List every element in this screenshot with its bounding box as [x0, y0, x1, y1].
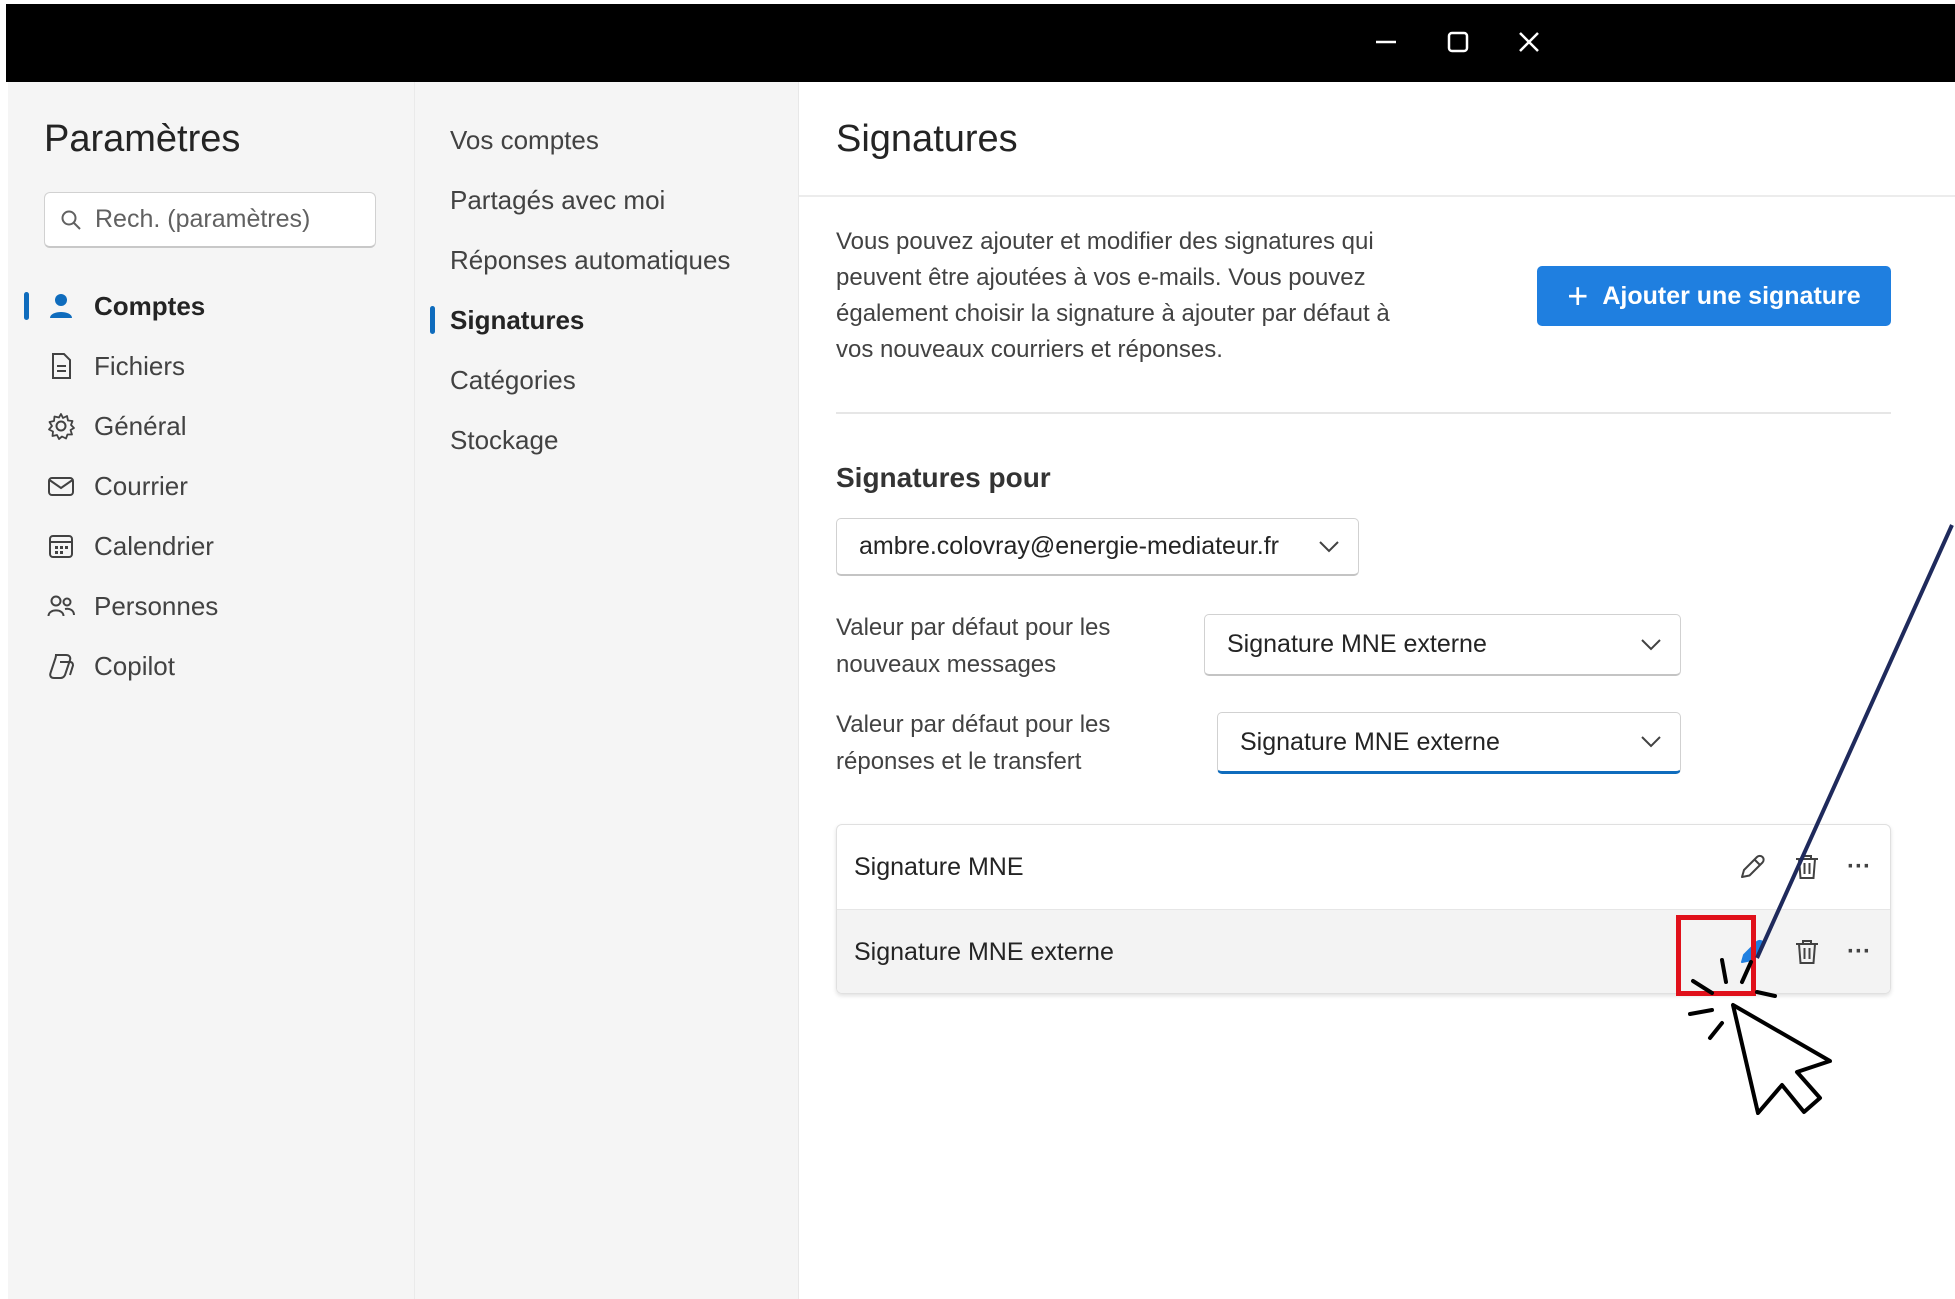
default-reply-select-value: Signature MNE externe: [1240, 727, 1500, 756]
more-options-button[interactable]: ···: [1839, 847, 1879, 887]
subnav-list: Vos comptes Partagés avec moi Réponses a…: [415, 110, 799, 470]
minimize-button[interactable]: [1361, 22, 1411, 62]
settings-sidebar: Paramètres Comptes Fichiers: [8, 82, 414, 1299]
signature-name: Signature MNE externe: [854, 937, 1114, 966]
file-icon: [44, 349, 78, 383]
default-new-label: Valeur par défaut pour les nouveaux mess…: [836, 614, 1111, 678]
people-icon: [44, 589, 78, 623]
mail-icon: [44, 469, 78, 503]
page-title: Signatures: [836, 118, 1018, 160]
person-icon: [44, 289, 78, 323]
calendar-icon: [44, 529, 78, 563]
plus-icon: +: [1567, 275, 1589, 316]
copilot-icon: [44, 649, 78, 683]
settings-window: Paramètres Comptes Fichiers: [8, 82, 1955, 1299]
chevron-down-icon: [1319, 540, 1339, 552]
window-titlebar: [6, 4, 1955, 82]
sidebar-item-fichiers[interactable]: Fichiers: [8, 336, 414, 396]
pencil-icon: [1741, 854, 1765, 878]
title-divider: [799, 195, 1955, 197]
edit-signature-button[interactable]: [1732, 847, 1772, 887]
account-select-value: ambre.colovray@energie-mediateur.fr: [859, 532, 1280, 560]
settings-category-list: Comptes Fichiers Général Courrier Calend…: [8, 276, 414, 696]
default-reply-label: Valeur par défaut pour les réponses et l…: [836, 711, 1111, 775]
add-signature-label: Ajouter une signature: [1602, 281, 1861, 310]
search-input[interactable]: [93, 204, 353, 235]
signatures-description: Vous pouvez ajouter et modifier des sign…: [836, 228, 1390, 363]
sidebar-item-label: Copilot: [94, 650, 175, 681]
search-icon: [61, 210, 81, 230]
sidebar-item-label: Fichiers: [94, 350, 186, 381]
subnav-item-partages[interactable]: Partagés avec moi: [415, 170, 799, 230]
list-item[interactable]: Signature MNE ···: [837, 825, 1890, 909]
signatures-panel: Signatures Vous pouvez ajouter et modifi…: [798, 82, 1955, 1299]
settings-search[interactable]: [44, 192, 376, 248]
close-icon: [1519, 32, 1539, 52]
sidebar-item-label: Courrier: [94, 470, 188, 501]
account-select[interactable]: ambre.colovray@energie-mediateur.fr: [836, 518, 1359, 576]
sidebar-item-general[interactable]: Général: [8, 396, 414, 456]
account-subnav: Vos comptes Partagés avec moi Réponses a…: [414, 82, 798, 1299]
sidebar-item-comptes[interactable]: Comptes: [8, 276, 414, 336]
more-icon: ···: [1847, 938, 1871, 965]
subnav-item-categories[interactable]: Catégories: [415, 350, 799, 410]
sidebar-item-label: Général: [94, 410, 187, 441]
subnav-item-stockage[interactable]: Stockage: [415, 410, 799, 470]
subnav-item-vos-comptes[interactable]: Vos comptes: [415, 110, 799, 170]
delete-signature-button[interactable]: [1787, 847, 1827, 887]
highlight-box: [1676, 915, 1756, 996]
sidebar-item-label: Calendrier: [94, 530, 214, 561]
chevron-down-icon: [1641, 736, 1661, 748]
add-signature-button[interactable]: + Ajouter une signature: [1537, 266, 1891, 326]
signatures-for-heading: Signatures pour: [836, 462, 1051, 493]
maximize-icon: [1447, 31, 1469, 53]
default-new-select-value: Signature MNE externe: [1227, 630, 1487, 658]
sidebar-item-courrier[interactable]: Courrier: [8, 456, 414, 516]
gear-icon: [44, 409, 78, 443]
sidebar-item-label: Personnes: [94, 590, 219, 621]
default-reply-select[interactable]: Signature MNE externe: [1217, 712, 1681, 774]
sidebar-item-calendrier[interactable]: Calendrier: [8, 516, 414, 576]
section-divider: [836, 412, 1891, 414]
default-new-select[interactable]: Signature MNE externe: [1204, 614, 1681, 676]
minimize-icon: [1376, 40, 1396, 44]
subnav-item-reponses-auto[interactable]: Réponses automatiques: [415, 230, 799, 290]
maximize-button[interactable]: [1433, 22, 1483, 62]
chevron-down-icon: [1641, 638, 1661, 650]
trash-icon: [1796, 855, 1818, 879]
sidebar-item-copilot[interactable]: Copilot: [8, 636, 414, 696]
signature-name: Signature MNE: [854, 852, 1024, 881]
sidebar-item-personnes[interactable]: Personnes: [8, 576, 414, 636]
more-icon: ···: [1847, 853, 1871, 880]
close-window-button[interactable]: [1504, 22, 1554, 62]
trash-icon: [1796, 940, 1818, 964]
more-options-button[interactable]: ···: [1839, 932, 1879, 972]
sidebar-item-label: Comptes: [94, 290, 206, 321]
settings-title: Paramètres: [44, 118, 241, 160]
delete-signature-button[interactable]: [1787, 932, 1827, 972]
subnav-item-signatures[interactable]: Signatures: [415, 290, 799, 350]
